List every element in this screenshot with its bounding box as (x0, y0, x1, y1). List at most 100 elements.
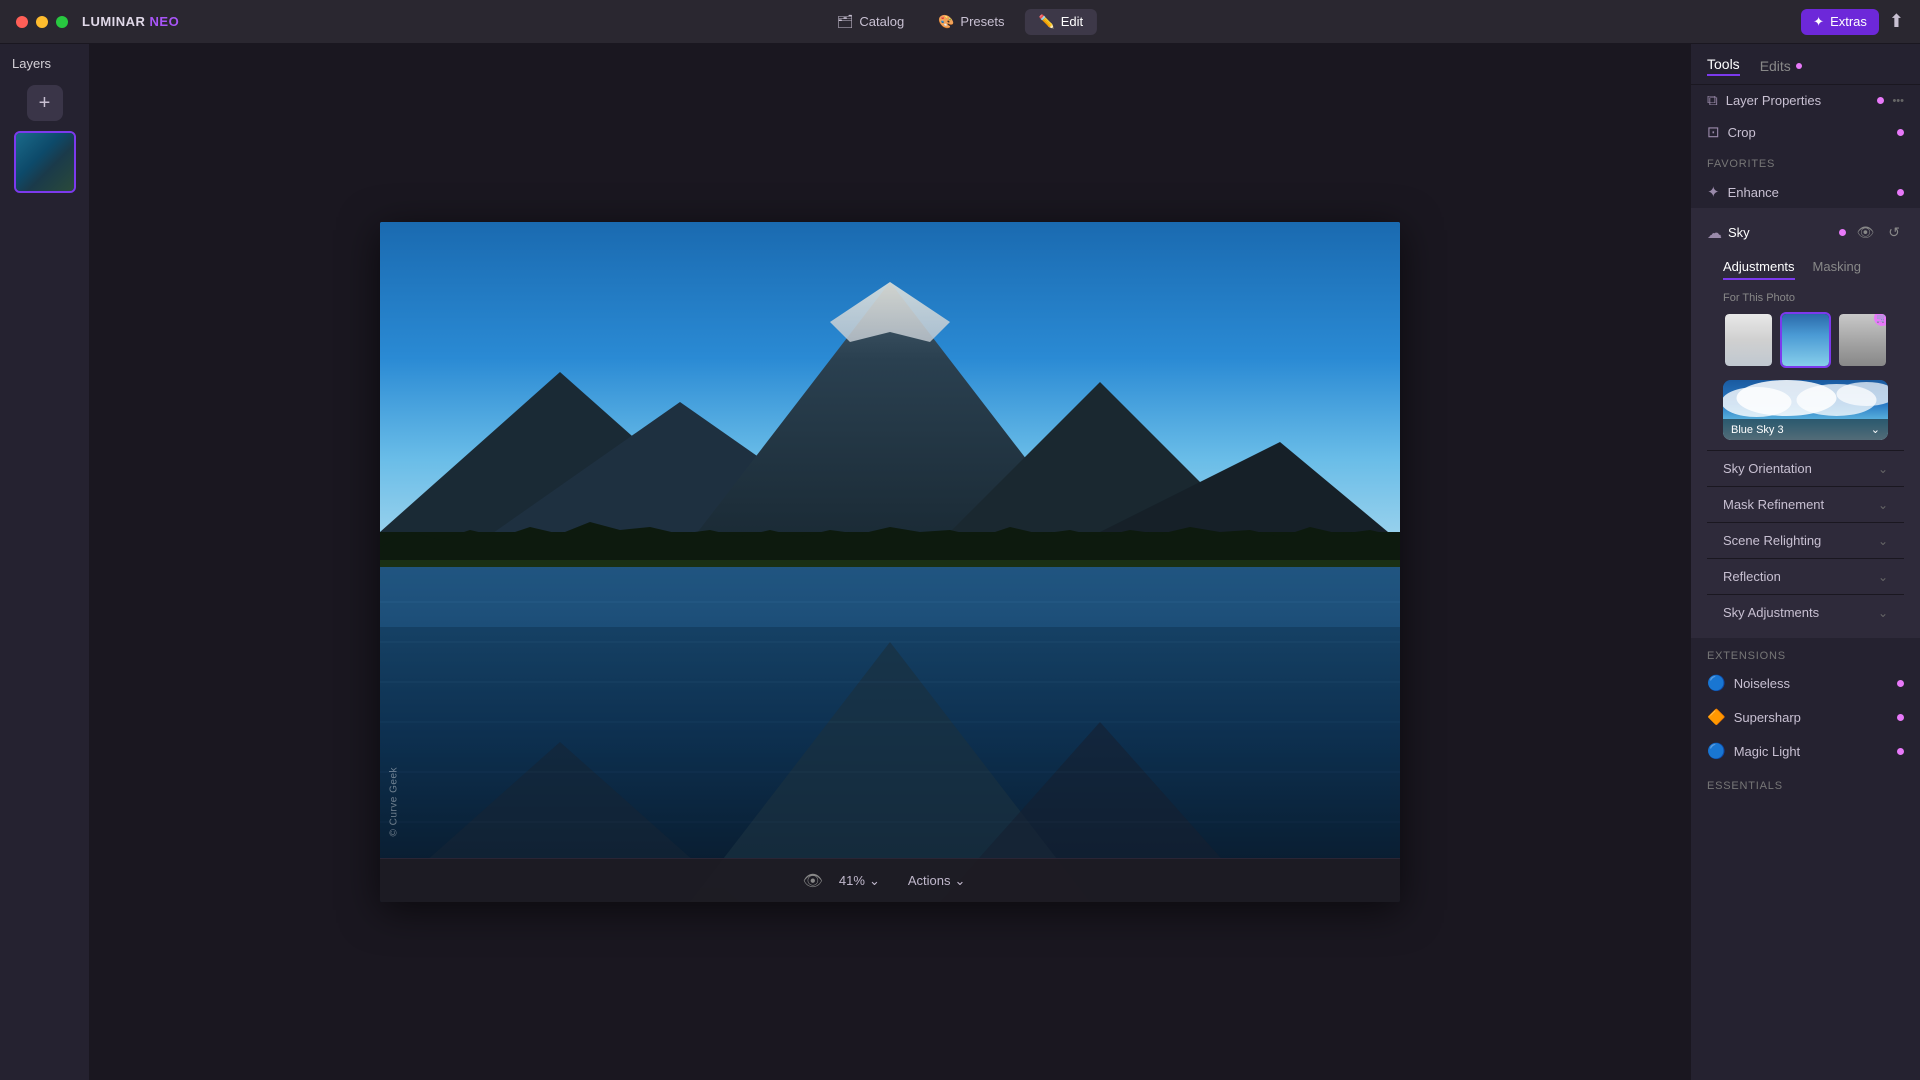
noiseless-label: Noiseless (1734, 676, 1889, 691)
extras-label: Extras (1830, 14, 1867, 29)
sky-reset-button[interactable]: ↺ (1884, 222, 1904, 243)
sky-adjustments-chevron-icon: ⌄ (1878, 606, 1888, 620)
sky-selector-chevron-icon: ⌄ (1871, 423, 1880, 436)
edit-label: Edit (1061, 14, 1083, 29)
enhance-badge (1897, 189, 1904, 196)
plus-icon: + (39, 92, 51, 115)
actions-label: Actions (908, 873, 951, 888)
minimize-button[interactable] (36, 16, 48, 28)
catalog-nav-btn[interactable]: 🗂 Catalog (823, 9, 918, 35)
extras-button[interactable]: ✦ Extras (1801, 9, 1879, 35)
sky-selector-name: Blue Sky 3 (1731, 424, 1784, 436)
sky-section: ☁ Sky 👁 ↺ Adjustments Masking For This P… (1691, 208, 1920, 638)
magic-light-icon: 🔵 (1707, 742, 1726, 760)
layer-properties-icon: ⧉ (1707, 92, 1718, 109)
tab-adjustments[interactable]: Adjustments (1723, 255, 1795, 280)
presets-nav-btn[interactable]: 🎨 Presets (924, 9, 1018, 35)
layer-properties-item[interactable]: ⧉ Layer Properties ••• (1691, 85, 1920, 116)
clouds-svg (380, 222, 1400, 576)
supersharp-label: Supersharp (1734, 710, 1889, 725)
supersharp-icon: 🔶 (1707, 708, 1726, 726)
magic-light-item[interactable]: 🔵 Magic Light (1691, 734, 1920, 768)
edits-badge (1796, 63, 1802, 69)
app-logo: LUMINAR NEO (82, 14, 179, 29)
scene-relighting-row[interactable]: Scene Relighting ⌄ (1707, 522, 1904, 558)
sky-tabs: Adjustments Masking (1707, 249, 1904, 286)
sky-orientation-row[interactable]: Sky Orientation ⌄ (1707, 450, 1904, 486)
edit-icon: ✏️ (1039, 14, 1055, 30)
crop-icon: ⊡ (1707, 123, 1720, 141)
for-this-photo-label: For This Photo (1707, 286, 1904, 308)
favorites-header: Favorites (1707, 158, 1775, 170)
sky-selector-label: Blue Sky 3 ⌄ (1723, 419, 1888, 440)
maximize-button[interactable] (56, 16, 68, 28)
sky-visibility-button[interactable]: 👁 (1852, 222, 1878, 243)
photo-canvas: © Curve Geek 👁 41% ⌄ Actions ⌄ (380, 222, 1400, 902)
layer-properties-dots: ••• (1892, 95, 1904, 107)
eye-icon: 👁 (803, 873, 823, 890)
sky-icon: ☁ (1707, 224, 1722, 242)
zoom-display[interactable]: 41% ⌄ (839, 873, 880, 889)
sky-thumb-1[interactable] (1723, 312, 1774, 368)
scene-relighting-chevron-icon: ⌄ (1878, 534, 1888, 548)
canvas-area: © Curve Geek 👁 41% ⌄ Actions ⌄ (90, 44, 1690, 1080)
reflection-label: Reflection (1723, 569, 1878, 584)
layer-thumbnail[interactable] (14, 131, 76, 193)
zoom-chevron-icon: ⌄ (869, 873, 880, 889)
tools-header: Tools Edits (1691, 44, 1920, 85)
actions-button[interactable]: Actions ⌄ (896, 868, 978, 894)
close-button[interactable] (16, 16, 28, 28)
copyright-text: © Curve Geek (389, 767, 400, 837)
mask-refinement-chevron-icon: ⌄ (1878, 498, 1888, 512)
right-panel: Tools Edits ⧉ Layer Properties ••• ⊡ Cro… (1690, 44, 1920, 1080)
catalog-label: Catalog (859, 14, 904, 29)
actions-chevron-icon: ⌄ (954, 873, 965, 889)
sky-adjustments-row[interactable]: Sky Adjustments ⌄ (1707, 594, 1904, 630)
view-icon-button[interactable]: 👁 (803, 871, 823, 891)
favorites-section: Favorites (1691, 148, 1920, 176)
reflection-row[interactable]: Reflection ⌄ (1707, 558, 1904, 594)
crop-item[interactable]: ⊡ Crop (1691, 116, 1920, 148)
share-button[interactable]: ⬆ (1889, 11, 1904, 32)
sky-badge (1839, 229, 1846, 236)
crop-badge (1897, 129, 1904, 136)
sky-orientation-chevron-icon: ⌄ (1878, 462, 1888, 476)
edit-nav-btn[interactable]: ✏️ Edit (1025, 9, 1098, 35)
magic-light-label: Magic Light (1734, 744, 1889, 759)
sky-thumb-2[interactable] (1780, 312, 1831, 368)
tab-masking[interactable]: Masking (1813, 255, 1861, 280)
presets-label: Presets (960, 14, 1004, 29)
essentials-header: Essentials (1691, 768, 1920, 796)
titlebar: LUMINAR NEO 🗂 Catalog 🎨 Presets ✏️ Edit … (0, 0, 1920, 44)
tab-tools[interactable]: Tools (1707, 56, 1740, 76)
sky-thumb-2-image (1782, 314, 1829, 366)
sky-orientation-label: Sky Orientation (1723, 461, 1878, 476)
eye-icon: 👁 (1856, 224, 1874, 240)
mask-refinement-label: Mask Refinement (1723, 497, 1878, 512)
clouds-layer (380, 222, 1400, 576)
add-layer-button[interactable]: + (27, 85, 63, 121)
enhance-item[interactable]: ✦ Enhance (1691, 176, 1920, 208)
sky-thumbnails: 🛒 (1707, 308, 1904, 376)
reset-icon: ↺ (1888, 224, 1900, 240)
sky-thumb-1-image (1725, 314, 1772, 366)
tab-edits[interactable]: Edits (1760, 58, 1802, 74)
mask-refinement-row[interactable]: Mask Refinement ⌄ (1707, 486, 1904, 522)
share-icon: ⬆ (1889, 11, 1904, 31)
app-logo-accent: NEO (150, 14, 180, 29)
sky-thumb-3[interactable]: 🛒 (1837, 312, 1888, 368)
edits-label: Edits (1760, 58, 1791, 74)
sky-selector-card[interactable]: Blue Sky 3 ⌄ (1723, 380, 1888, 440)
enhance-icon: ✦ (1707, 183, 1720, 201)
sky-adjustments-label: Sky Adjustments (1723, 605, 1878, 620)
layer-properties-badge (1877, 97, 1884, 104)
traffic-lights (16, 16, 68, 28)
scene-relighting-label: Scene Relighting (1723, 533, 1878, 548)
supersharp-item[interactable]: 🔶 Supersharp (1691, 700, 1920, 734)
layer-properties-label: Layer Properties (1726, 93, 1870, 108)
extras-icon: ✦ (1813, 14, 1824, 30)
presets-icon: 🎨 (938, 14, 954, 30)
noiseless-item[interactable]: 🔵 Noiseless (1691, 666, 1920, 700)
magic-light-badge (1897, 748, 1904, 755)
bottom-bar: 👁 41% ⌄ Actions ⌄ (380, 858, 1400, 902)
